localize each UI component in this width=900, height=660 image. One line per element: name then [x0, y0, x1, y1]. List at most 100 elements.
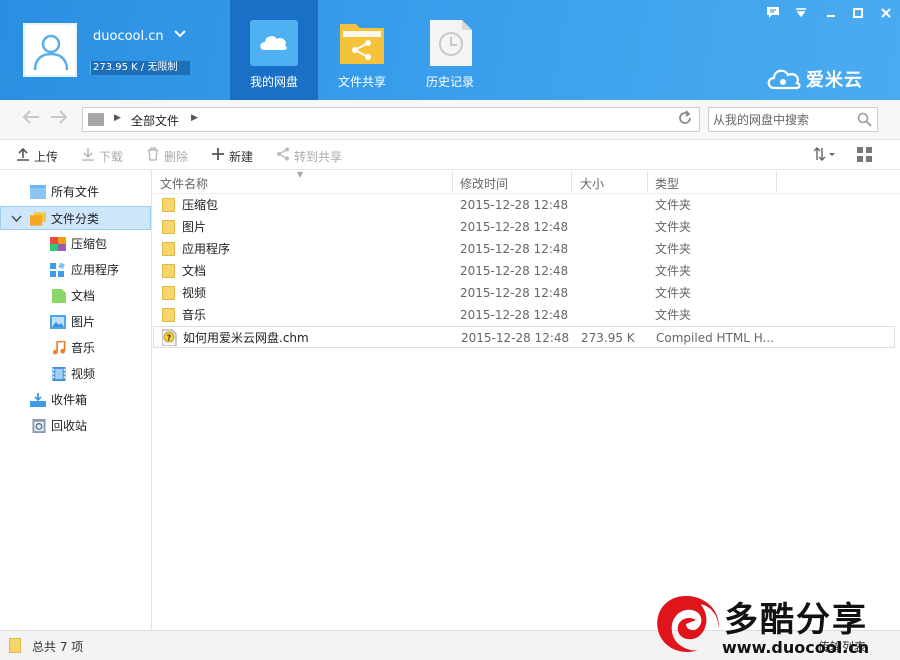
file-list-panel: 文件名称 ▼ 修改时间 大小 类型 压缩包 2015-12-28 12:48 文… [153, 170, 900, 630]
sidebar-item-inbox[interactable]: 收件箱 [0, 388, 151, 412]
file-date: 2015-12-28 12:48 [460, 264, 569, 278]
sidebar: 所有文件 文件分类 压缩包 应用程序 文档 图片 音乐 视频 收件箱 回收站 [0, 170, 152, 630]
message-icon[interactable] [764, 7, 782, 23]
new-label: 新建 [229, 150, 254, 164]
folder-blue-icon [30, 185, 46, 199]
file-date: 2015-12-28 12:48 [460, 242, 569, 256]
sidebar-item-label: 所有文件 [51, 185, 100, 199]
download-icon [80, 147, 96, 164]
sidebar-item-label: 图片 [71, 315, 96, 329]
video-icon [52, 367, 66, 381]
tab-history[interactable]: 历史记录 [406, 0, 494, 100]
folder-icon [162, 308, 175, 322]
file-date: 2015-12-28 12:48 [460, 286, 569, 300]
brand-cloud-icon [765, 66, 801, 90]
sidebar-item-label: 收件箱 [51, 393, 88, 407]
grid-view-icon[interactable] [857, 147, 872, 166]
close-icon[interactable] [877, 7, 895, 23]
column-name[interactable]: 文件名称 [160, 175, 208, 192]
table-row[interactable]: 图片 2015-12-28 12:48 文件夹 [153, 216, 895, 238]
column-size[interactable]: 大小 [580, 175, 604, 192]
username[interactable]: duocool.cn [93, 29, 164, 44]
upload-label: 上传 [34, 150, 59, 164]
breadcrumb-all-files[interactable]: 全部文件 [131, 112, 179, 129]
upload-icon [15, 147, 31, 164]
collapse-arrow-icon[interactable] [11, 207, 22, 233]
maximize-icon[interactable] [849, 7, 867, 23]
search-input[interactable] [713, 111, 853, 128]
file-type: 文件夹 [655, 286, 692, 300]
tab-my-netdisk[interactable]: 我的网盘 [230, 0, 318, 100]
forward-icon[interactable] [50, 109, 68, 130]
sidebar-item-recycle[interactable]: 回收站 [0, 414, 151, 438]
tab-my-netdisk-label: 我的网盘 [249, 75, 298, 89]
search-icon[interactable] [857, 112, 872, 130]
share-folder-icon [338, 20, 386, 66]
storage-quota-bar: 273.95 K / 无限制 [90, 61, 190, 75]
tab-file-share-label: 文件共享 [337, 75, 386, 89]
table-row[interactable]: 视频 2015-12-28 12:48 文件夹 [153, 282, 895, 304]
column-divider[interactable] [776, 172, 777, 192]
image-icon [50, 315, 66, 329]
column-divider[interactable] [452, 172, 453, 192]
share-button[interactable]: 转到共享 [275, 147, 342, 165]
file-type: 文件夹 [655, 308, 692, 322]
folder-icon [162, 242, 175, 256]
dragon-logo-icon [657, 596, 719, 652]
search-box[interactable] [708, 107, 878, 132]
sidebar-item-all-files[interactable]: 所有文件 [0, 180, 151, 204]
sidebar-item-video[interactable]: 视频 [0, 362, 151, 386]
column-header: 文件名称 ▼ 修改时间 大小 类型 [153, 170, 900, 194]
column-type[interactable]: 类型 [655, 175, 679, 192]
file-type: 文件夹 [655, 242, 692, 256]
sidebar-item-archive[interactable]: 压缩包 [0, 232, 151, 256]
column-modified[interactable]: 修改时间 [460, 175, 508, 192]
watermark-title: 多酷分享 [724, 600, 868, 640]
sidebar-item-categories[interactable]: 文件分类 [0, 206, 151, 230]
column-divider[interactable] [647, 172, 648, 192]
sidebar-item-music[interactable]: 音乐 [0, 336, 151, 360]
file-type: 文件夹 [655, 220, 692, 234]
refresh-icon[interactable] [677, 110, 693, 130]
table-row[interactable]: 音乐 2015-12-28 12:48 文件夹 [153, 304, 895, 326]
sidebar-item-documents[interactable]: 文档 [0, 284, 151, 308]
file-name: 音乐 [182, 308, 207, 322]
table-row[interactable]: ? 如何用爱米云网盘.chm 2015-12-28 12:48 273.95 K… [153, 326, 895, 348]
column-divider[interactable] [571, 172, 572, 192]
sidebar-item-label: 音乐 [71, 341, 96, 355]
storage-quota-text: 273.95 K / 无限制 [93, 62, 178, 73]
minimize-icon[interactable] [822, 7, 840, 23]
tab-file-share[interactable]: 文件共享 [318, 0, 406, 100]
file-type: 文件夹 [655, 198, 692, 212]
app-icon [50, 263, 65, 277]
new-button[interactable]: 新建 [210, 147, 253, 165]
folder-icon [162, 286, 175, 300]
sidebar-item-apps[interactable]: 应用程序 [0, 258, 151, 282]
folder-icon [162, 198, 175, 212]
history-clock-icon [426, 20, 474, 66]
upload-button[interactable]: 上传 [15, 147, 58, 165]
chm-help-icon: ? [162, 329, 177, 346]
file-name: 文档 [182, 264, 207, 278]
user-icon [33, 34, 69, 70]
breadcrumb-separator-icon[interactable]: ▶ [114, 113, 121, 123]
breadcrumb-separator-icon[interactable]: ▶ [191, 113, 198, 123]
sidebar-item-images[interactable]: 图片 [0, 310, 151, 334]
table-row[interactable]: 文档 2015-12-28 12:48 文件夹 [153, 260, 895, 282]
trash-icon [145, 147, 161, 164]
delete-button[interactable]: 删除 [145, 147, 188, 165]
table-row[interactable]: 应用程序 2015-12-28 12:48 文件夹 [153, 238, 895, 260]
sort-caret-icon: ▼ [297, 170, 304, 179]
menu-dropdown-icon[interactable] [792, 7, 810, 23]
download-button[interactable]: 下载 [80, 147, 123, 165]
sort-icon[interactable] [813, 147, 838, 165]
account-dropdown-icon[interactable] [174, 28, 186, 44]
sidebar-item-label: 回收站 [51, 419, 88, 433]
delete-label: 删除 [164, 150, 189, 164]
path-box[interactable]: ▶ 全部文件 ▶ [82, 107, 700, 132]
share-label: 转到共享 [294, 150, 343, 164]
avatar[interactable] [23, 23, 77, 77]
back-icon[interactable] [22, 109, 40, 130]
sidebar-item-label: 视频 [71, 367, 96, 381]
table-row[interactable]: 压缩包 2015-12-28 12:48 文件夹 [153, 194, 895, 216]
